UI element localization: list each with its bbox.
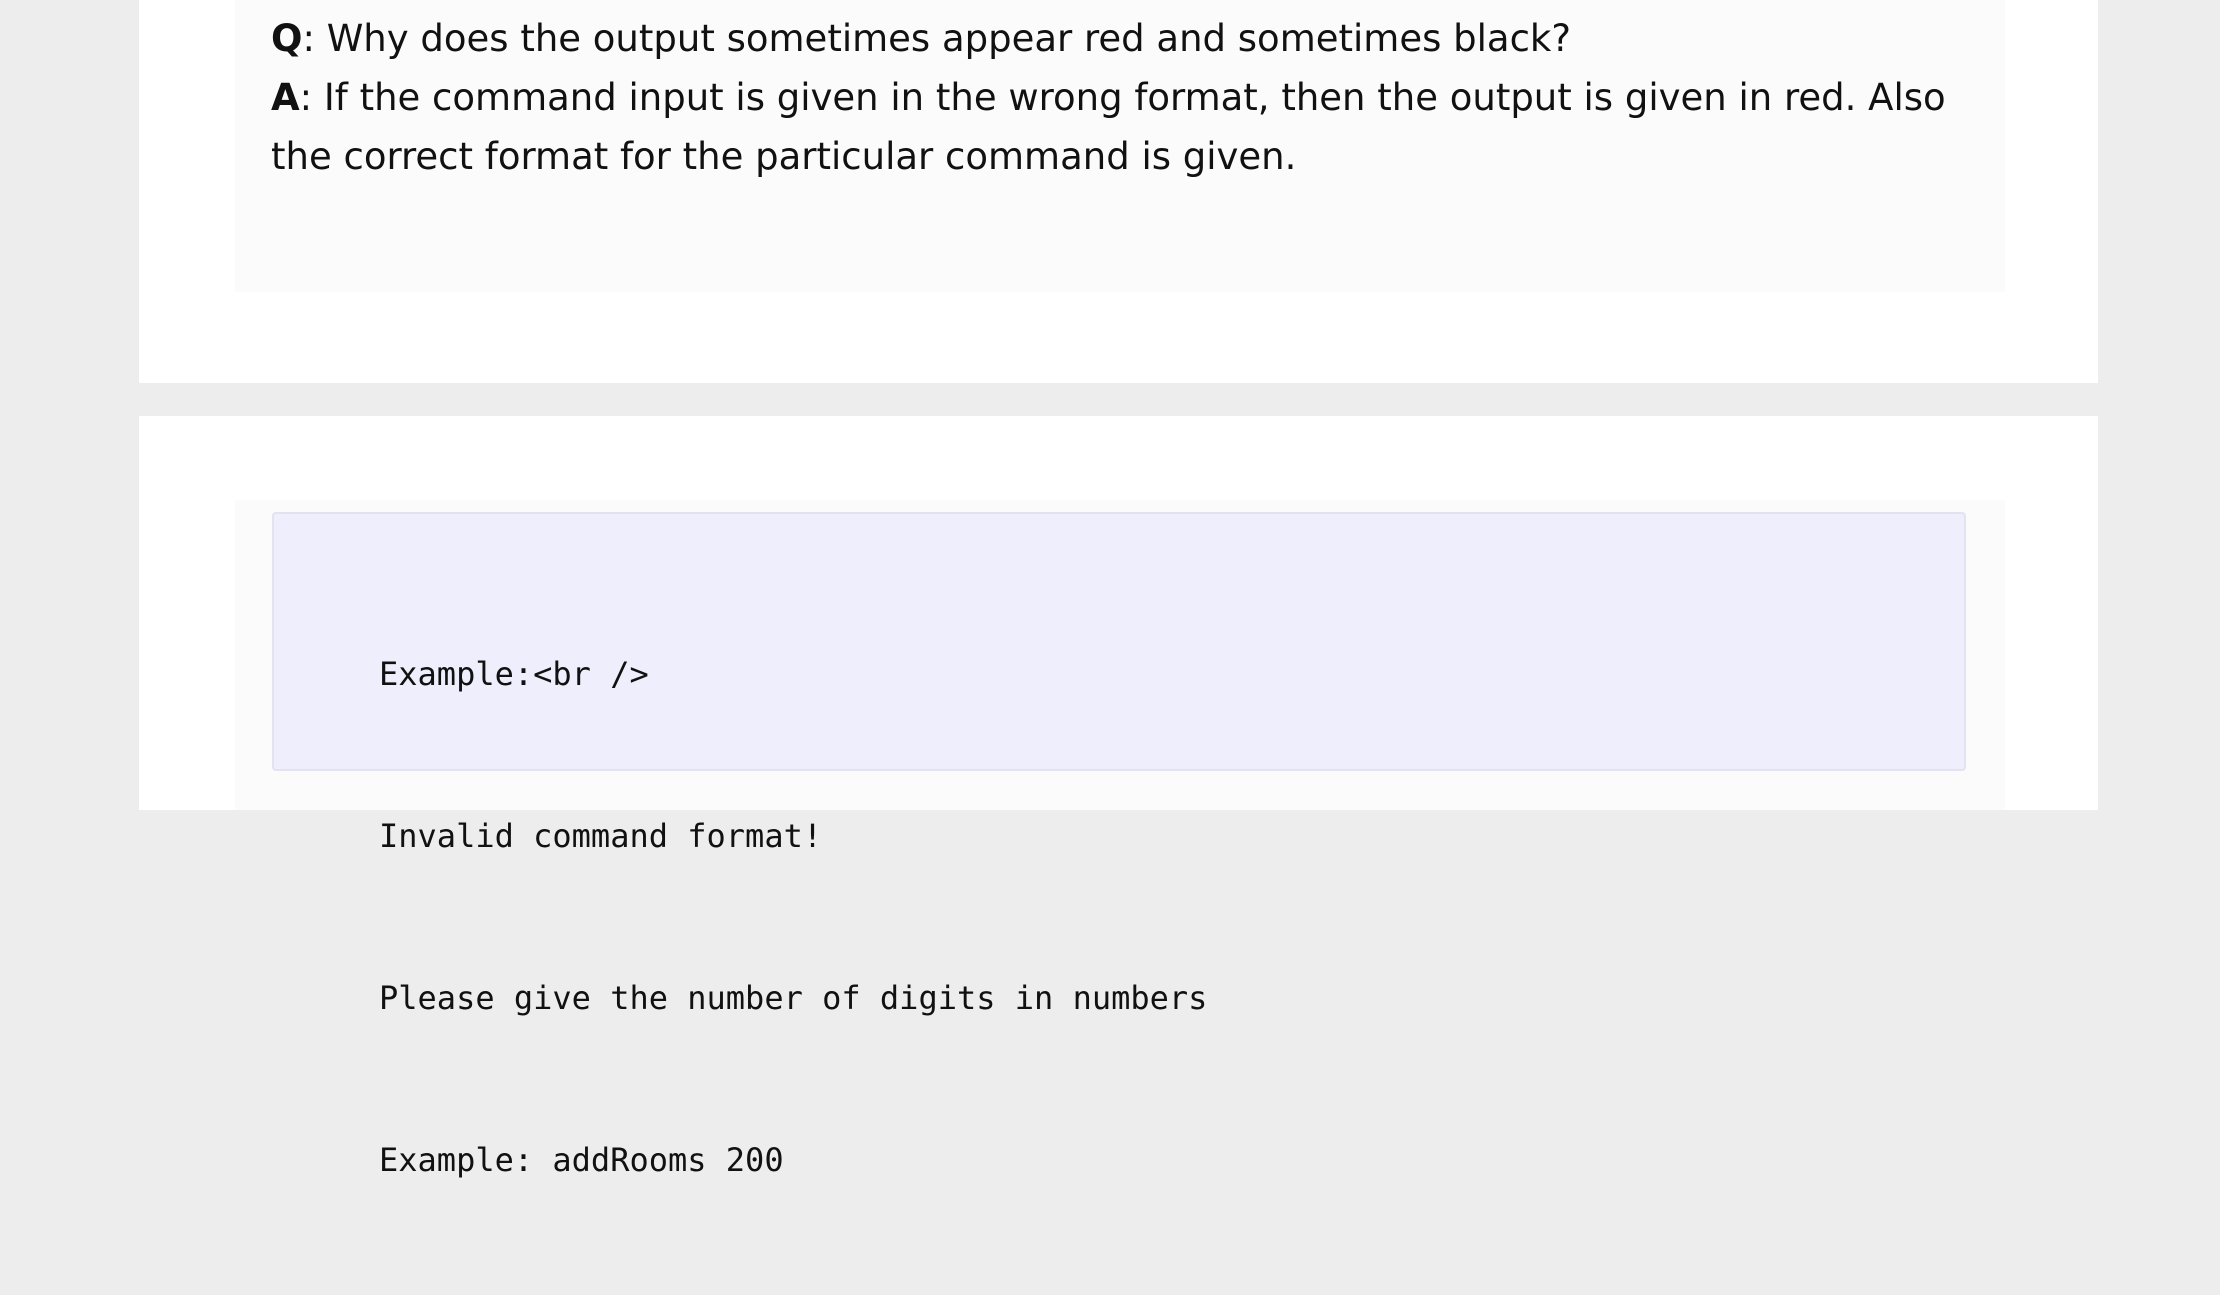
code-line: Example: addRooms 200	[379, 1141, 784, 1179]
faq-text: Q: Why does the output sometimes appear …	[271, 9, 2001, 186]
question-label: Q	[271, 17, 303, 60]
faq-card: Q: Why does the output sometimes appear …	[139, 0, 2098, 383]
code-card: Example:<br /> Invalid command format! P…	[139, 416, 2098, 1179]
code-line: Invalid command format!	[379, 817, 823, 855]
code-block: Example:<br /> Invalid command format! P…	[272, 512, 1966, 1179]
code-line: Please give the number of digits in numb…	[379, 979, 1208, 1017]
code-line: Example:<br />	[379, 655, 649, 693]
question-text: : Why does the output sometimes appear r…	[302, 17, 1571, 60]
answer-label: A	[271, 76, 300, 119]
answer-paragraph: A: If the command input is given in the …	[271, 68, 2001, 186]
faq-entry: Q: Why does the output sometimes appear …	[235, 0, 2005, 292]
question-paragraph: Q: Why does the output sometimes appear …	[271, 9, 2001, 68]
answer-text: : If the command input is given in the w…	[271, 76, 1946, 178]
code-lines: Example:<br /> Invalid command format! P…	[379, 539, 1207, 1295]
